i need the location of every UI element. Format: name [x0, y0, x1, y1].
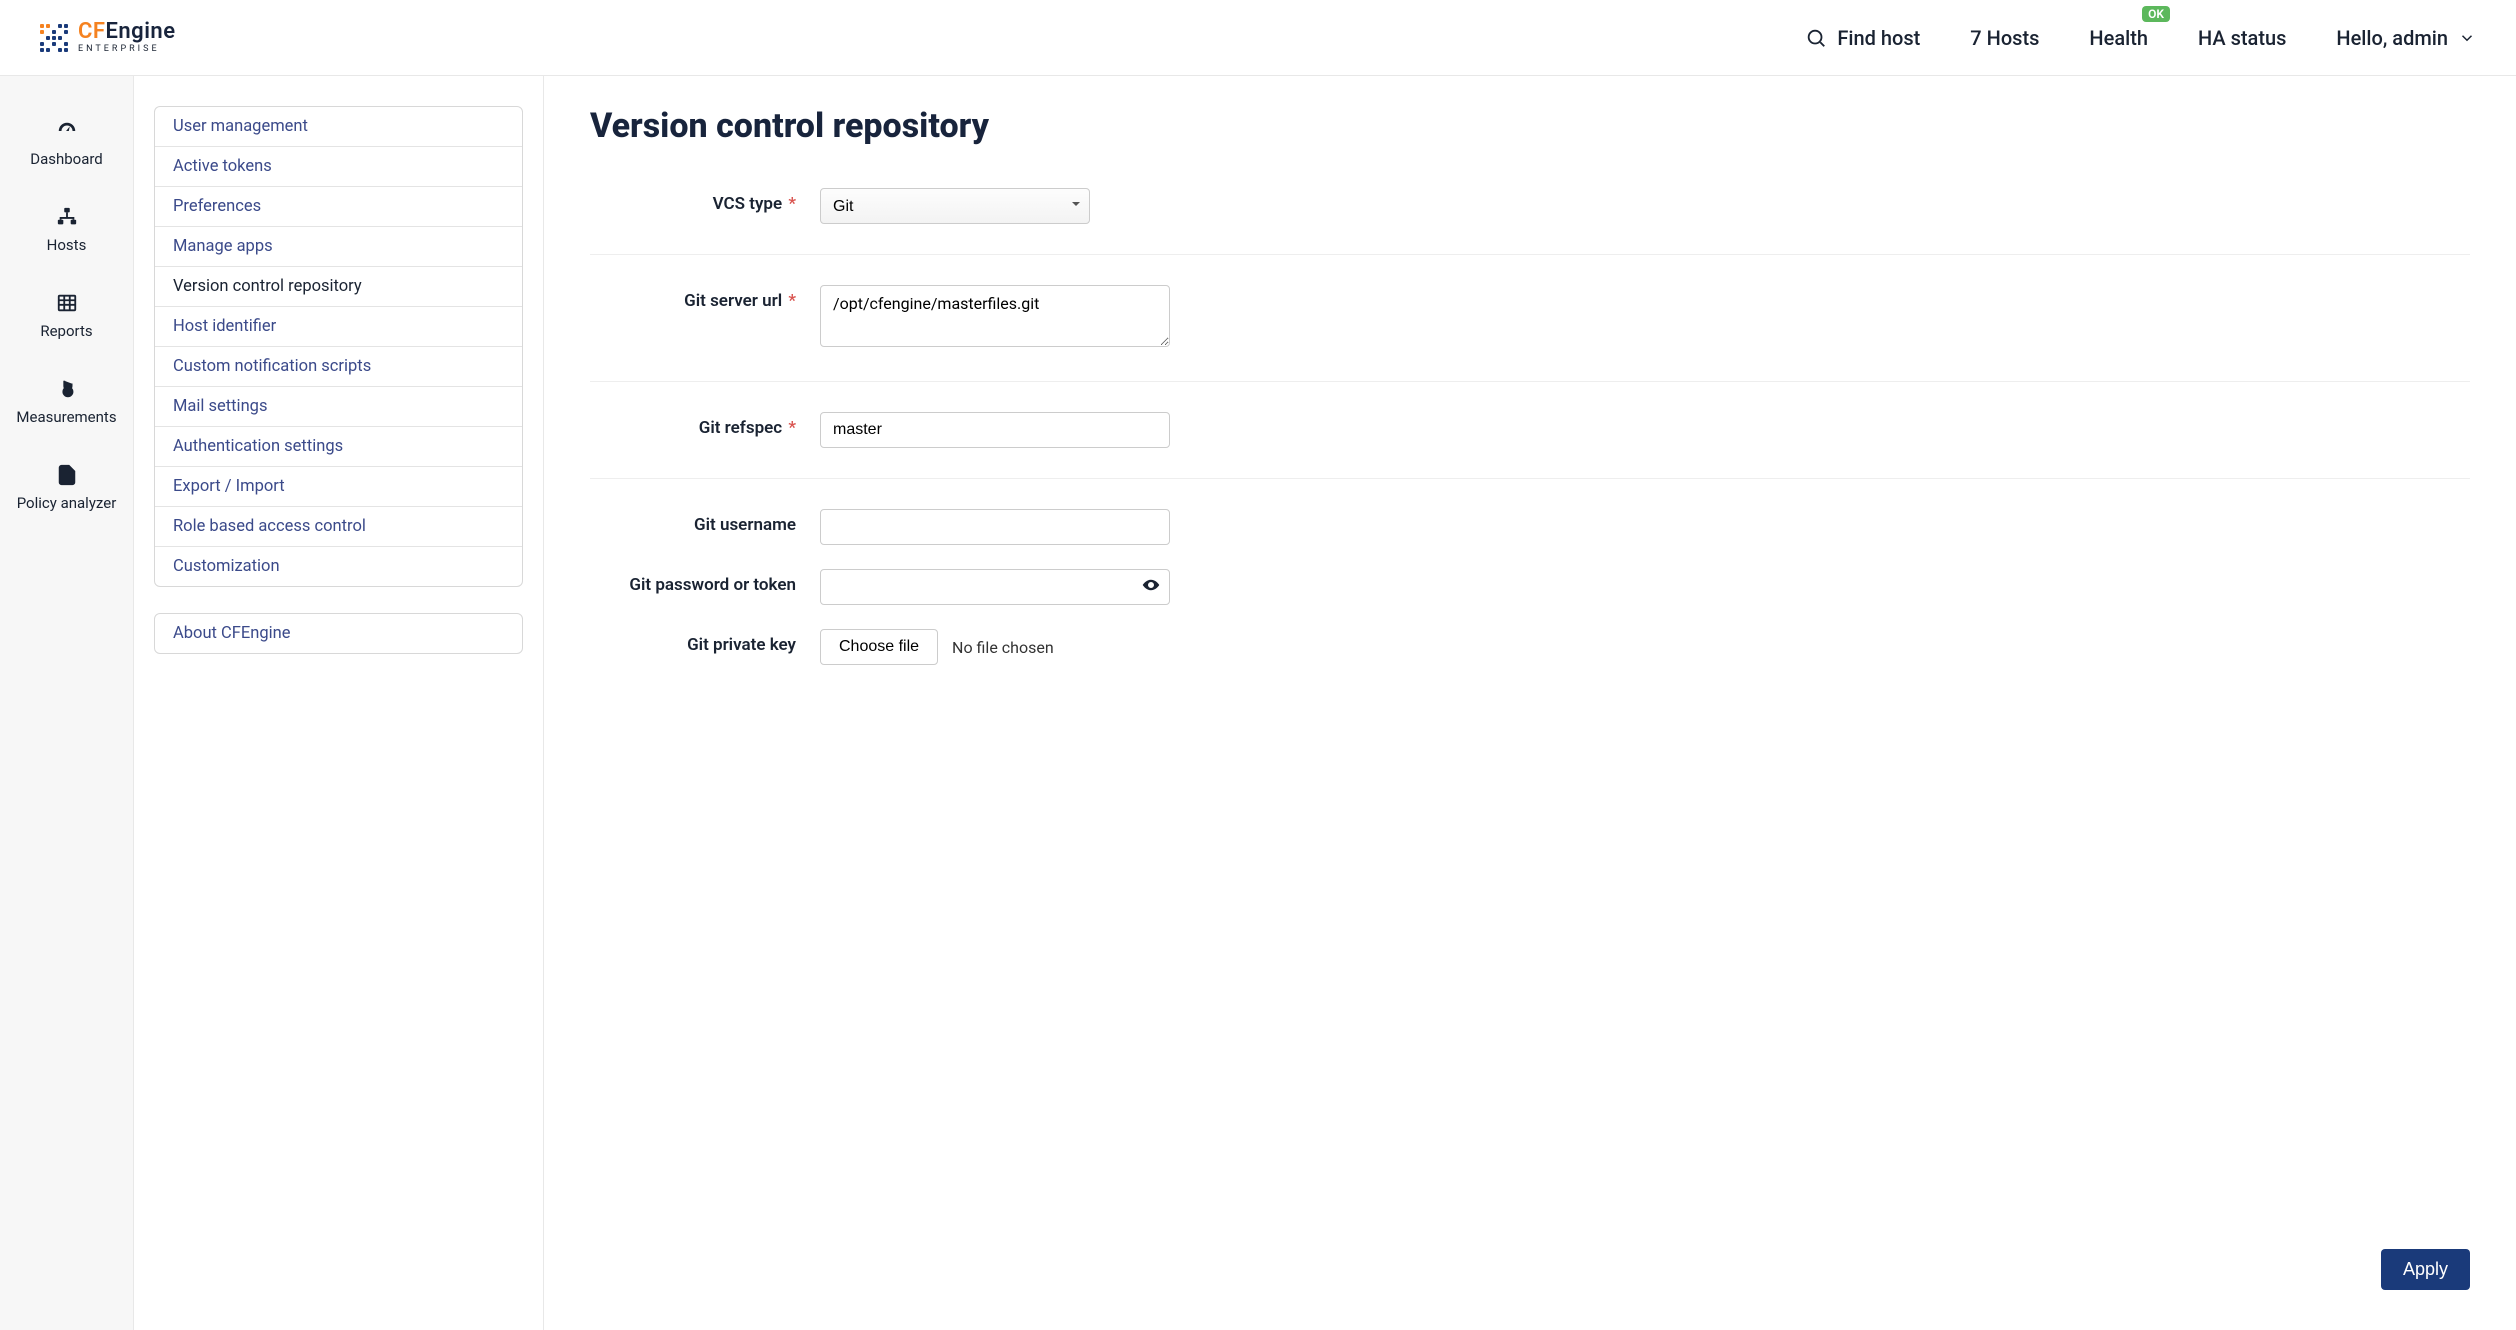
vcs-type-label: VCS type — [713, 194, 783, 214]
reports-icon — [56, 292, 78, 314]
choose-file-button[interactable]: Choose file — [820, 629, 938, 665]
logo-icon — [40, 24, 68, 52]
settings-nav-about[interactable]: About CFEngine — [155, 614, 522, 653]
find-host-button[interactable]: Find host — [1805, 26, 1920, 50]
ha-status-link[interactable]: HA status — [2198, 26, 2286, 50]
git-refspec-input[interactable] — [820, 412, 1170, 448]
settings-nav-preferences[interactable]: Preferences — [155, 187, 522, 227]
health-label: Health — [2089, 26, 2148, 50]
git-url-label: Git server url — [684, 291, 782, 311]
settings-nav-column: User management Active tokens Preference… — [134, 76, 544, 1330]
health-link[interactable]: Health OK — [2089, 26, 2148, 50]
toggle-password-visibility-icon[interactable] — [1142, 576, 1160, 598]
eye-icon — [1142, 576, 1160, 594]
main-content: Version control repository VCS type * Gi… — [544, 76, 2516, 1330]
search-icon — [1805, 27, 1827, 49]
required-marker: * — [784, 291, 796, 311]
sidebar-item-label: Dashboard — [30, 150, 103, 168]
sidebar-item-label: Hosts — [47, 236, 87, 254]
settings-nav-list: User management Active tokens Preference… — [154, 106, 523, 587]
settings-nav-custom-notification[interactable]: Custom notification scripts — [155, 347, 522, 387]
settings-nav-rbac[interactable]: Role based access control — [155, 507, 522, 547]
git-username-input[interactable] — [820, 509, 1170, 545]
git-password-label: Git password or token — [629, 575, 796, 595]
settings-nav-active-tokens[interactable]: Active tokens — [155, 147, 522, 187]
logo-sub: ENTERPRISE — [78, 45, 176, 54]
sidebar-item-label: Measurements — [16, 408, 116, 426]
primary-sidebar: Dashboard Hosts Reports Measurements Pol… — [0, 76, 134, 1330]
vcs-type-select[interactable]: Git — [820, 188, 1090, 224]
required-marker: * — [784, 194, 796, 214]
chevron-down-icon — [2458, 29, 2476, 47]
user-greeting: Hello, admin — [2336, 26, 2448, 50]
app-header: CFEngine ENTERPRISE Find host 7 Hosts He… — [0, 0, 2516, 76]
required-marker: * — [784, 418, 796, 438]
sidebar-item-dashboard[interactable]: Dashboard — [0, 106, 133, 192]
health-badge: OK — [2142, 6, 2170, 22]
page-title: Version control repository — [590, 106, 2470, 146]
divider — [590, 381, 2470, 382]
git-refspec-label: Git refspec — [699, 418, 782, 438]
logo-cf: CF — [78, 19, 105, 44]
sidebar-item-policy-analyzer[interactable]: Policy analyzer — [0, 450, 133, 536]
hosts-link[interactable]: 7 Hosts — [1970, 26, 2039, 50]
find-host-label: Find host — [1837, 26, 1920, 50]
settings-nav-secondary: About CFEngine — [154, 613, 523, 654]
settings-nav-host-identifier[interactable]: Host identifier — [155, 307, 522, 347]
divider — [590, 254, 2470, 255]
measurements-icon — [56, 378, 78, 400]
logo[interactable]: CFEngine ENTERPRISE — [40, 21, 176, 54]
divider — [590, 478, 2470, 479]
settings-nav-export-import[interactable]: Export / Import — [155, 467, 522, 507]
git-username-label: Git username — [694, 515, 796, 535]
settings-nav-user-management[interactable]: User management — [155, 107, 522, 147]
settings-nav-customization[interactable]: Customization — [155, 547, 522, 586]
git-private-key-label: Git private key — [687, 635, 796, 655]
sidebar-item-hosts[interactable]: Hosts — [0, 192, 133, 278]
user-menu[interactable]: Hello, admin — [2336, 26, 2476, 50]
hosts-icon — [56, 206, 78, 228]
git-url-input[interactable] — [820, 285, 1170, 347]
settings-nav-authentication[interactable]: Authentication settings — [155, 427, 522, 467]
git-password-input[interactable] — [820, 569, 1170, 605]
file-chosen-status: No file chosen — [952, 638, 1054, 657]
apply-button[interactable]: Apply — [2381, 1249, 2470, 1290]
policy-analyzer-icon — [56, 464, 78, 486]
dashboard-icon — [56, 120, 78, 142]
settings-nav-mail-settings[interactable]: Mail settings — [155, 387, 522, 427]
sidebar-item-reports[interactable]: Reports — [0, 278, 133, 364]
settings-nav-version-control[interactable]: Version control repository — [155, 267, 522, 307]
sidebar-item-label: Reports — [40, 322, 92, 340]
sidebar-item-measurements[interactable]: Measurements — [0, 364, 133, 450]
sidebar-item-label: Policy analyzer — [17, 494, 117, 512]
settings-nav-manage-apps[interactable]: Manage apps — [155, 227, 522, 267]
logo-engine: Engine — [105, 19, 175, 44]
